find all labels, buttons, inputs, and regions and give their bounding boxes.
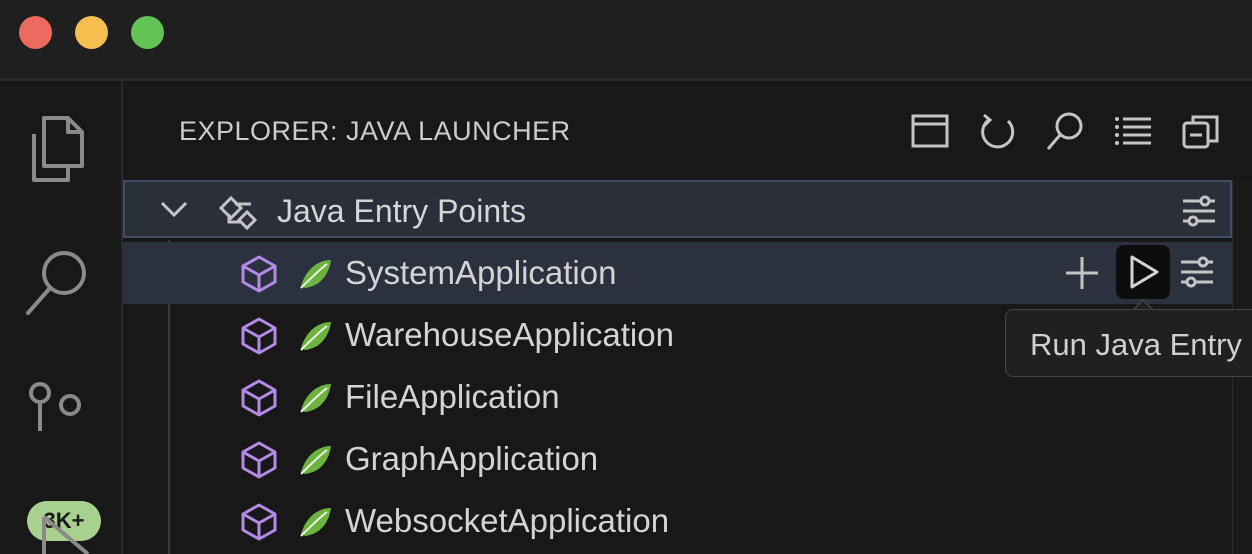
run-button[interactable] <box>1116 245 1170 299</box>
run-debug-icon[interactable] <box>30 513 94 554</box>
spring-leaf-icon <box>300 446 331 475</box>
chevron-down-icon[interactable] <box>159 198 189 220</box>
section-label: Java Entry Points <box>277 193 526 229</box>
refresh-icon[interactable] <box>978 111 1018 151</box>
settings-icon[interactable] <box>1179 255 1215 289</box>
entry-label: SystemApplication <box>345 254 617 291</box>
cube-icon <box>241 441 277 479</box>
spring-leaf-icon <box>300 508 331 537</box>
cube-icon <box>241 255 277 293</box>
spring-leaf-icon <box>300 260 331 289</box>
spring-leaf-icon <box>300 384 331 413</box>
entry-label: FileApplication <box>345 378 560 415</box>
list-view-icon[interactable] <box>1113 111 1153 151</box>
entry-points-icon <box>218 195 258 231</box>
activity-bar: 3K+ <box>0 81 123 554</box>
entry-label: GraphApplication <box>345 440 599 477</box>
search-icon[interactable] <box>22 247 92 319</box>
run-icon <box>1130 255 1159 289</box>
minimize-window-button[interactable] <box>75 16 108 49</box>
add-icon[interactable] <box>1063 254 1101 292</box>
filter-settings-icon[interactable] <box>1181 194 1217 228</box>
source-control-icon[interactable] <box>28 381 88 431</box>
files-icon[interactable] <box>22 114 86 186</box>
cube-icon <box>241 379 277 417</box>
cube-icon <box>241 317 277 355</box>
list-item-websocket-application[interactable]: WebsocketApplication <box>123 490 1232 552</box>
search-icon[interactable] <box>1045 111 1085 151</box>
layout-panel-icon[interactable] <box>910 111 950 151</box>
cube-icon <box>241 503 277 541</box>
maximize-window-button[interactable] <box>131 16 164 49</box>
close-window-button[interactable] <box>19 16 52 49</box>
spring-leaf-icon <box>300 322 331 351</box>
tooltip-text: Run Java Entry <box>1030 327 1242 362</box>
run-tooltip: Run Java Entry <box>1005 309 1252 377</box>
sidebar-title: EXPLORER: JAVA LAUNCHER <box>179 116 571 146</box>
list-item-graph-application[interactable]: GraphApplication <box>123 428 1232 490</box>
entry-label: WebsocketApplication <box>345 502 670 539</box>
collapse-all-icon[interactable] <box>1181 111 1221 151</box>
entry-label: WarehouseApplication <box>345 316 674 353</box>
section-java-entry-points[interactable]: Java Entry Points <box>123 180 1232 238</box>
list-item-system-application[interactable]: SystemApplication <box>123 242 1232 304</box>
title-bar <box>0 0 1252 81</box>
